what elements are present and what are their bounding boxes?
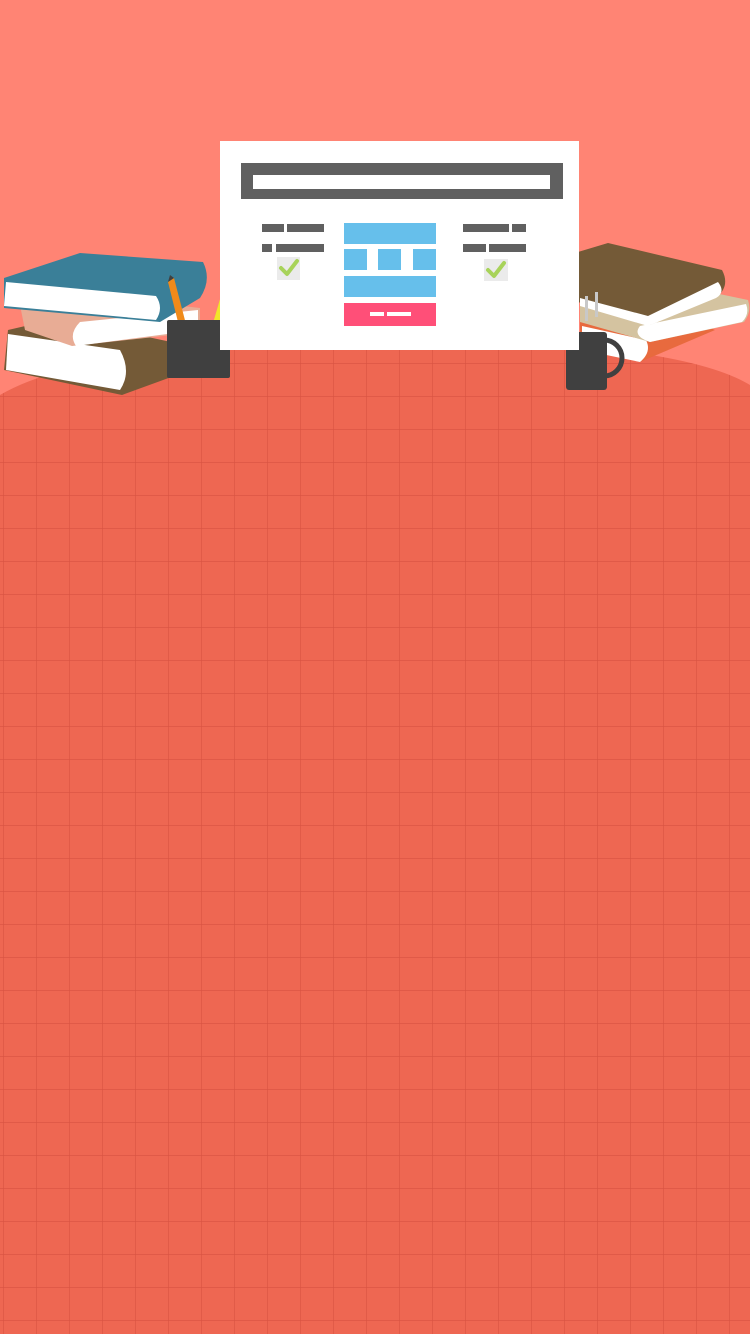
illustration-canvas <box>0 0 750 1334</box>
form-panel <box>220 141 579 350</box>
checkbox-right <box>484 259 508 281</box>
submit-button-shape <box>344 303 436 326</box>
search-bar <box>241 163 563 199</box>
checkbox-left <box>277 257 300 280</box>
desk-surface <box>0 345 750 1334</box>
blue-tile-grid <box>344 223 436 297</box>
